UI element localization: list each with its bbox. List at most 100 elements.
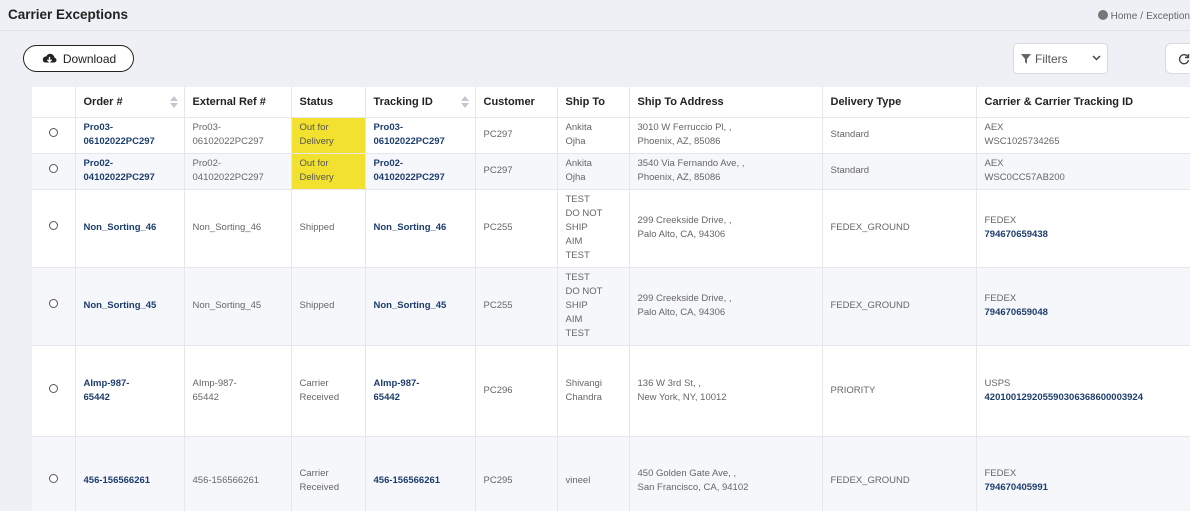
row-select-cell xyxy=(32,436,76,511)
select-column-header xyxy=(32,87,76,118)
column-header-customer: Customer xyxy=(475,87,558,118)
table-row[interactable]: 456-156566261 456-156566261 Carrier Receive… xyxy=(32,436,1190,511)
carrier-name: AEX xyxy=(984,122,1004,133)
carrier-tracking-id[interactable]: 794670659438 xyxy=(985,228,1190,242)
row-select-cell xyxy=(32,267,76,346)
top-bar: Carrier Exceptions Home / Exception xyxy=(0,0,1190,31)
filter-icon xyxy=(1021,53,1031,64)
carrier-tracking-id[interactable]: 794670659048 xyxy=(985,306,1190,320)
carrier-tracking-id[interactable]: 794670405991 xyxy=(985,481,1190,495)
tracking-id[interactable]: Non_Sorting_45 xyxy=(365,267,476,346)
external-ref: Non_Sorting_45 xyxy=(184,267,292,346)
column-header-delivery-type: Delivery Type xyxy=(822,87,977,118)
tracking-id[interactable]: 456-156566261 xyxy=(365,436,476,511)
customer: PC297 xyxy=(475,117,558,154)
status-cell: Out for Delivery xyxy=(291,153,366,190)
carrier-tracking-id[interactable]: 420100129205590306368600003924 xyxy=(985,391,1190,405)
table-header-row: Order # External Ref # Status Tracking I… xyxy=(32,87,1190,118)
tracking-id[interactable]: AImp-987- 65442 xyxy=(365,345,476,437)
table-row[interactable]: Pro02- 04102022PC297 Pro02- 04102022PC297 Ou… xyxy=(32,153,1190,190)
carrier-name: FEDEX xyxy=(984,468,1017,479)
carrier-name: FEDEX xyxy=(984,293,1017,304)
external-ref: 456-156566261 xyxy=(184,436,292,511)
column-header-ship-to-address: Ship To Address xyxy=(629,87,823,118)
carrier-tracking-id: WSC1025734265 xyxy=(984,136,1060,147)
breadcrumb-separator: / xyxy=(1140,11,1144,22)
breadcrumb-current: Exception xyxy=(1146,11,1190,22)
row-select-radio[interactable] xyxy=(48,299,58,308)
refresh-button[interactable] xyxy=(1165,43,1190,74)
order-number[interactable]: 456-156566261 xyxy=(75,436,185,511)
delivery-type: FEDEX_GROUND xyxy=(822,436,977,511)
tracking-id[interactable]: Pro02- 04102022PC297 xyxy=(365,153,476,190)
status-cell: Out for Delivery xyxy=(291,117,366,154)
external-ref: Pro03- 06102022PC297 xyxy=(184,117,292,154)
ship-to: Ankita Ojha xyxy=(557,117,630,154)
status-cell: Carrier Received xyxy=(291,345,366,437)
column-header-carrier: Carrier & Carrier Tracking ID xyxy=(976,87,1190,118)
ship-to: Shivangi Chandra xyxy=(557,345,630,437)
tracking-id[interactable]: Non_Sorting_46 xyxy=(365,189,476,268)
ship-to-address: 3010 W Ferruccio Pl, , Phoenix, AZ, 85086 xyxy=(629,117,823,154)
ship-to-address: 299 Creekside Drive, , Palo Alto, CA, 943… xyxy=(629,189,823,268)
external-ref: Non_Sorting_46 xyxy=(184,189,292,268)
ship-to-address: 450 Golden Gate Ave, , San Francisco, CA,… xyxy=(629,436,823,511)
sort-icon[interactable] xyxy=(460,96,469,108)
row-select-radio[interactable] xyxy=(48,474,58,483)
order-number[interactable]: Non_Sorting_45 xyxy=(75,267,185,346)
table-body: Pro03- 06102022PC297 Pro03- 06102022PC297 Ou… xyxy=(32,117,1190,511)
carrier-cell: FEDEX 794670405991 xyxy=(976,436,1190,511)
row-select-radio[interactable] xyxy=(48,128,58,137)
delivery-type: Standard xyxy=(822,117,977,154)
row-select-radio[interactable] xyxy=(48,383,58,393)
customer: PC296 xyxy=(475,345,558,437)
filters-label: Filters xyxy=(1035,51,1068,66)
table-row[interactable]: Non_Sorting_45 Non_Sorting_45 Shipped Non_S… xyxy=(32,267,1190,346)
ship-to-address: 136 W 3rd St, , New York, NY, 10012 xyxy=(629,345,823,437)
filters-dropdown[interactable]: Filters xyxy=(1013,43,1108,74)
order-number[interactable]: Pro03- 06102022PC297 xyxy=(75,117,185,154)
tracking-id[interactable]: Pro03- 06102022PC297 xyxy=(365,117,476,154)
delivery-type: FEDEX_GROUND xyxy=(822,189,977,268)
carrier-cell: USPS 420100129205590306368600003924 xyxy=(976,345,1190,437)
status-cell: Shipped xyxy=(291,189,366,268)
customer: PC295 xyxy=(475,436,558,511)
page-title: Carrier Exceptions xyxy=(8,7,129,22)
row-select-cell xyxy=(32,189,76,268)
home-icon xyxy=(1097,10,1108,20)
status-cell: Carrier Received xyxy=(291,436,366,511)
order-number[interactable]: AImp-987- 65442 xyxy=(75,345,185,437)
column-header-tracking-id[interactable]: Tracking ID xyxy=(365,87,476,118)
delivery-type: FEDEX_GROUND xyxy=(822,267,977,346)
ship-to-address: 299 Creekside Drive, , Palo Alto, CA, 943… xyxy=(629,267,823,346)
carrier-name: FEDEX xyxy=(984,215,1017,226)
carrier-cell: AEX WSC1025734265 xyxy=(976,117,1190,154)
table-row[interactable]: Non_Sorting_46 Non_Sorting_46 Shipped Non_S… xyxy=(32,189,1190,268)
external-ref: Pro02- 04102022PC297 xyxy=(184,153,292,190)
delivery-type: Standard xyxy=(822,153,977,190)
sort-icon[interactable] xyxy=(169,96,178,108)
carrier-cell: FEDEX 794670659048 xyxy=(976,267,1190,346)
order-number[interactable]: Pro02- 04102022PC297 xyxy=(75,153,185,190)
column-header-order[interactable]: Order # xyxy=(75,87,185,118)
download-button[interactable]: Download xyxy=(23,45,134,72)
table-row[interactable]: Pro03- 06102022PC297 Pro03- 06102022PC297 Ou… xyxy=(32,117,1190,154)
customer: PC255 xyxy=(475,267,558,346)
chevron-down-icon xyxy=(1092,55,1101,61)
status-cell: Shipped xyxy=(291,267,366,346)
row-select-radio[interactable] xyxy=(48,164,58,173)
row-select-cell xyxy=(32,345,76,437)
exceptions-table: Order # External Ref # Status Tracking I… xyxy=(32,87,1190,511)
table-row[interactable]: AImp-987- 65442 AImp-987- 65442 Carrier Recei… xyxy=(32,345,1190,437)
download-label: Download xyxy=(62,51,117,66)
ship-to: vineel xyxy=(557,436,630,511)
order-number[interactable]: Non_Sorting_46 xyxy=(75,189,185,268)
row-select-radio[interactable] xyxy=(48,221,58,230)
breadcrumb-home[interactable]: Home xyxy=(1111,11,1138,22)
customer: PC255 xyxy=(475,189,558,268)
column-header-external-ref: External Ref # xyxy=(184,87,292,118)
cloud-download-icon xyxy=(42,53,57,63)
ship-to: TEST DO NOT SHIP AIM TEST xyxy=(557,189,630,268)
customer: PC297 xyxy=(475,153,558,190)
ship-to: TEST DO NOT SHIP AIM TEST xyxy=(557,267,630,346)
